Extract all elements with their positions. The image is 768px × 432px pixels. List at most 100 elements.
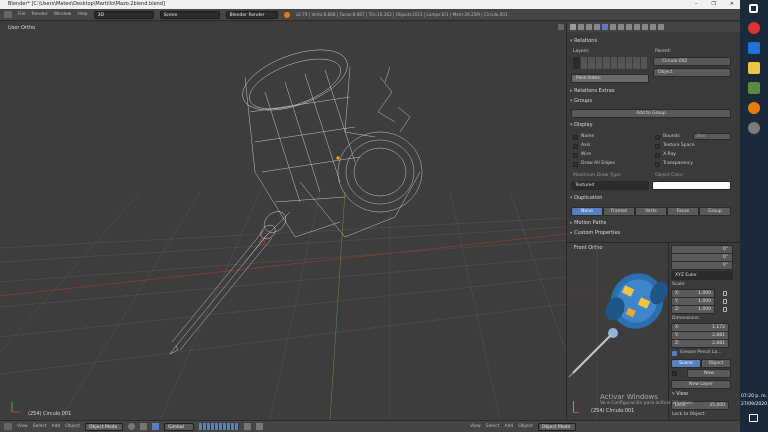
- snap-icon[interactable]: [243, 423, 251, 430]
- section-duplication[interactable]: Duplication: [570, 195, 602, 201]
- orientation-select[interactable]: Gimbal: [163, 422, 194, 431]
- render-engine-select[interactable]: Blender Render: [225, 10, 278, 19]
- bounds-checkbox[interactable]: [655, 135, 660, 140]
- hammer-wireframe[interactable]: [169, 38, 423, 355]
- section-groups[interactable]: Groups: [570, 98, 592, 104]
- scale-label: Scale:: [672, 282, 686, 287]
- duplication-none-button[interactable]: None: [571, 207, 603, 216]
- layers-tab-icon[interactable]: [578, 24, 584, 30]
- duplication-buttons: None Frames Verts Faces Group: [571, 207, 731, 216]
- section-motion-paths[interactable]: Motion Paths: [570, 220, 606, 226]
- max-draw-type-select[interactable]: Textured: [571, 181, 649, 190]
- maximize-button[interactable]: ❐: [711, 0, 715, 9]
- duplication-group-button[interactable]: Group: [699, 207, 731, 216]
- editor-type-icon[interactable]: [4, 423, 12, 430]
- layers-buttons[interactable]: [198, 423, 239, 430]
- world-tab-icon[interactable]: [594, 24, 600, 30]
- 3d-viewport[interactable]: User Ortho (254) Circulo.001: [0, 22, 566, 420]
- material-tab-icon[interactable]: [634, 24, 640, 30]
- notifications-icon[interactable]: [749, 414, 758, 422]
- parent-type-select[interactable]: Object: [653, 68, 731, 77]
- mode-select-2[interactable]: Object Mode: [537, 422, 576, 431]
- gp-new-layer-button[interactable]: New Layer: [671, 380, 731, 389]
- editor-type-icon[interactable]: [4, 11, 12, 18]
- info-header: File Render Window Help 3D Scene Blender…: [0, 9, 740, 21]
- section-display[interactable]: Display: [570, 122, 592, 128]
- menu-view-2[interactable]: View: [470, 424, 481, 429]
- gp-object-tab[interactable]: Object: [701, 359, 731, 368]
- duplication-faces-button[interactable]: Faces: [667, 207, 699, 216]
- file-explorer-icon[interactable]: [748, 62, 760, 74]
- menu-add[interactable]: Add: [52, 424, 61, 429]
- bounds-type-select[interactable]: Box: [693, 133, 731, 140]
- grease-pencil-label[interactable]: Grease Pencil La...: [680, 350, 721, 355]
- parent-field[interactable]: Circulo.002: [653, 57, 731, 66]
- scene-select[interactable]: Scene: [159, 10, 220, 19]
- menu-help[interactable]: Help: [77, 12, 87, 17]
- gp-checkbox[interactable]: [672, 371, 677, 376]
- menu-add-2[interactable]: Add: [505, 424, 514, 429]
- axis-checkbox[interactable]: [573, 144, 578, 149]
- render-icon[interactable]: [255, 423, 263, 430]
- transparency-checkbox[interactable]: [655, 162, 660, 167]
- gp-new-button[interactable]: New: [687, 369, 731, 378]
- viewport-expand-icon[interactable]: [558, 24, 564, 30]
- menu-select-2[interactable]: Select: [486, 424, 500, 429]
- menu-window[interactable]: Window: [54, 12, 72, 17]
- layers-grid[interactable]: [573, 57, 647, 69]
- close-button[interactable]: ✕: [730, 0, 734, 9]
- menu-render[interactable]: Render: [32, 12, 48, 17]
- menu-object-2[interactable]: Object: [518, 424, 533, 429]
- app-icon[interactable]: [748, 42, 760, 54]
- duplication-verts-button[interactable]: Verts: [635, 207, 667, 216]
- texture-space-label: Texture Space: [663, 143, 695, 148]
- dimension-z-field[interactable]: Z: 2.881: [671, 339, 729, 348]
- menu-object[interactable]: Object: [65, 424, 80, 429]
- rotation-mode-select[interactable]: XYZ Euler: [671, 271, 733, 280]
- data-tab-icon[interactable]: [626, 24, 632, 30]
- object-tab-icon[interactable]: [602, 24, 608, 30]
- render-tab-icon[interactable]: [570, 24, 576, 30]
- chrome-icon[interactable]: [748, 22, 760, 34]
- menu-file[interactable]: File: [18, 12, 26, 17]
- texture-tab-icon[interactable]: [642, 24, 648, 30]
- particles-tab-icon[interactable]: [650, 24, 656, 30]
- add-to-group-button[interactable]: Add to Group: [571, 109, 731, 118]
- name-checkbox[interactable]: [573, 135, 578, 140]
- duplication-frames-button[interactable]: Frames: [603, 207, 635, 216]
- rotation-z-field[interactable]: 0°: [671, 261, 733, 270]
- xray-checkbox[interactable]: [655, 153, 660, 158]
- gp-scene-tab[interactable]: Scene: [671, 359, 701, 368]
- pass-index-field[interactable]: Pass Index:: [571, 74, 649, 83]
- section-relations[interactable]: Relations: [570, 38, 597, 44]
- lock-icon[interactable]: [723, 299, 727, 304]
- grease-pencil-checkbox[interactable]: [672, 351, 677, 356]
- minimize-button[interactable]: –: [695, 0, 698, 9]
- constraints-tab-icon[interactable]: [610, 24, 616, 30]
- scene-tab-icon[interactable]: [586, 24, 592, 30]
- app-icon-2[interactable]: [748, 122, 760, 134]
- minecraft-icon[interactable]: [748, 82, 760, 94]
- screen-layout-select[interactable]: 3D: [93, 10, 154, 19]
- blender-taskbar-icon[interactable]: [748, 102, 760, 114]
- menu-view[interactable]: View: [17, 424, 28, 429]
- manipulator-icon[interactable]: [151, 423, 159, 430]
- wire-checkbox[interactable]: [573, 153, 578, 158]
- physics-tab-icon[interactable]: [658, 24, 664, 30]
- shading-icon[interactable]: [127, 423, 135, 430]
- menu-select[interactable]: Select: [33, 424, 47, 429]
- texture-space-checkbox[interactable]: [655, 144, 660, 149]
- section-relations-extras[interactable]: Relations Extras: [570, 88, 614, 94]
- pivot-icon[interactable]: [139, 423, 147, 430]
- object-color-swatch[interactable]: [652, 181, 731, 190]
- scale-z-field[interactable]: Z: 1.000: [671, 305, 715, 314]
- hammer-render[interactable]: [568, 265, 668, 378]
- lock-icon[interactable]: [723, 307, 727, 312]
- lock-icon[interactable]: [723, 291, 727, 296]
- mode-select[interactable]: Object Mode: [84, 422, 123, 431]
- section-custom-properties[interactable]: Custom Properties: [570, 230, 620, 236]
- draw-all-edges-checkbox[interactable]: [573, 162, 578, 167]
- windows-start-icon[interactable]: [749, 4, 758, 13]
- 3d-cursor-icon[interactable]: [259, 239, 265, 245]
- modifiers-tab-icon[interactable]: [618, 24, 624, 30]
